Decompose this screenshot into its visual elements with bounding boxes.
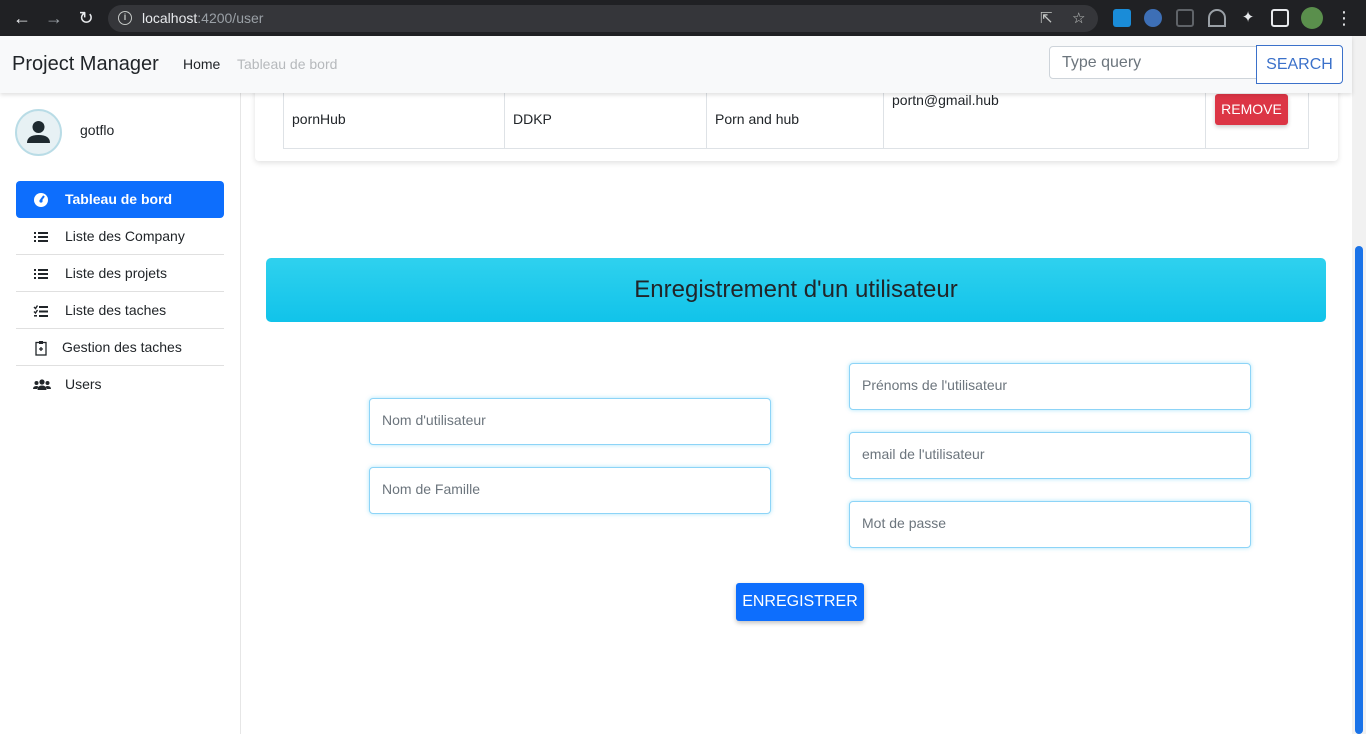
sidebar-item-users[interactable]: Users	[16, 366, 224, 403]
list-check-icon	[33, 305, 48, 317]
form-title: Enregistrement d'un utilisateur	[634, 276, 958, 303]
list-icon	[34, 232, 48, 242]
clipboard-icon	[35, 341, 47, 356]
sidebar-item-dashboard[interactable]: Tableau de bord	[16, 181, 224, 218]
dashboard-icon	[34, 193, 48, 207]
site-info-icon[interactable]: i	[118, 11, 132, 25]
sidebar: gotflo Tableau de bord Liste des Company	[0, 93, 241, 734]
extension-icon[interactable]	[1208, 9, 1226, 27]
forward-arrow-icon[interactable]: →	[44, 8, 64, 28]
browser-toolbar: ← → ↻ i localhost:4200/user ⇱ ☆ ✦ ⋮	[0, 0, 1366, 36]
firstname-field[interactable]: Prénoms de l'utilisateur	[849, 363, 1251, 410]
sidebar-item-label: Liste des projets	[65, 265, 167, 281]
sidebar-menu: Tableau de bord Liste des Company Liste …	[16, 181, 224, 403]
table-cell-email: portn@gmail.hub	[884, 92, 1206, 148]
puzzle-icon[interactable]: ✦	[1239, 9, 1257, 27]
sidebar-item-label: Tableau de bord	[65, 191, 173, 207]
users-icon	[33, 379, 51, 390]
url-text[interactable]: localhost:4200/user	[142, 10, 263, 26]
user-icon	[27, 121, 50, 143]
list-icon	[34, 269, 48, 279]
share-icon[interactable]: ⇱	[1040, 9, 1053, 27]
table-cell-name: pornHub	[284, 93, 505, 148]
lastname-field[interactable]: Nom de Famille	[369, 467, 771, 514]
email-field[interactable]: email de l'utilisateur	[849, 432, 1251, 479]
sidebar-item-tasks[interactable]: Liste des taches	[16, 292, 224, 329]
sidebar-item-companies[interactable]: Liste des Company	[16, 218, 224, 255]
extension-icon[interactable]	[1144, 9, 1162, 27]
table-row: pornHub DDKP Porn and hub portn@gmail.hu…	[283, 92, 1309, 149]
app-navbar: Project Manager Home Tableau de bord Typ…	[0, 36, 1352, 93]
brand-title[interactable]: Project Manager	[12, 53, 159, 76]
search-button[interactable]: SEARCH	[1256, 45, 1343, 84]
extension-icon[interactable]	[1176, 9, 1194, 27]
remove-button[interactable]: REMOVE	[1215, 94, 1288, 125]
profile-avatar-icon[interactable]	[1301, 7, 1323, 29]
sidebar-item-task-management[interactable]: Gestion des taches	[16, 329, 224, 366]
user-name: gotflo	[80, 122, 115, 138]
scrollbar-thumb[interactable]	[1355, 246, 1363, 734]
sidebar-item-label: Users	[65, 376, 102, 392]
reload-icon[interactable]: ↻	[76, 8, 96, 28]
side-panel-icon[interactable]	[1271, 9, 1289, 27]
address-bar[interactable]: i localhost:4200/user ⇱ ☆	[108, 5, 1098, 32]
form-header-banner: Enregistrement d'un utilisateur	[266, 258, 1326, 322]
sidebar-item-label: Liste des taches	[65, 302, 167, 318]
sidebar-item-label: Gestion des taches	[62, 339, 182, 355]
back-arrow-icon[interactable]: ←	[12, 8, 32, 28]
username-field[interactable]: Nom d'utilisateur	[369, 398, 771, 445]
bookmark-star-icon[interactable]: ☆	[1072, 9, 1085, 27]
extension-icon[interactable]	[1113, 9, 1131, 27]
nav-link-dashboard[interactable]: Tableau de bord	[237, 56, 337, 72]
page-scrollbar[interactable]	[1352, 36, 1366, 734]
kebab-menu-icon[interactable]: ⋮	[1334, 8, 1354, 28]
search-input[interactable]: Type query	[1049, 46, 1259, 79]
user-avatar	[15, 109, 62, 156]
main-content: pornHub DDKP Porn and hub portn@gmail.hu…	[241, 73, 1352, 734]
register-button[interactable]: ENREGISTRER	[736, 583, 864, 621]
table-cell-code: DDKP	[505, 93, 707, 148]
password-field[interactable]: Mot de passe	[849, 501, 1251, 548]
sidebar-item-label: Liste des Company	[65, 228, 185, 244]
nav-link-home[interactable]: Home	[183, 56, 220, 72]
table-cell-description: Porn and hub	[707, 93, 884, 148]
sidebar-item-projects[interactable]: Liste des projets	[16, 255, 224, 292]
